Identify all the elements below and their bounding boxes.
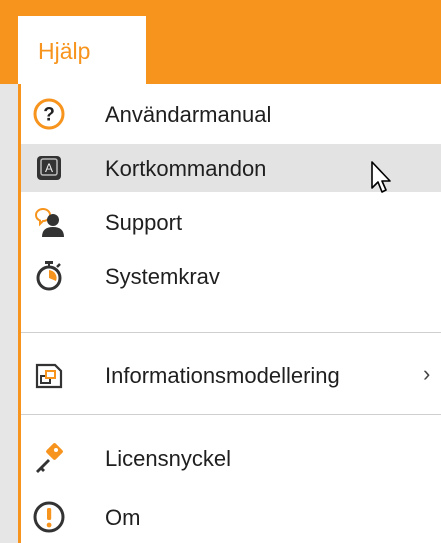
chevron-right-icon: ›: [423, 361, 431, 386]
about-info-icon: [33, 501, 65, 533]
help-circle-icon: ?: [33, 98, 65, 130]
keyboard-key-icon: A: [33, 152, 65, 184]
menu-item-label: Systemkrav: [105, 264, 220, 289]
menu-separator: [21, 414, 441, 415]
menu-item-information-modeling[interactable]: Informationsmodellering ›: [21, 351, 441, 399]
stopwatch-icon: [33, 260, 65, 292]
menu-item-label: Informationsmodellering: [105, 363, 340, 388]
menu-item-label: Om: [105, 505, 141, 530]
license-key-icon: [33, 442, 65, 474]
help-dropdown-menu: ? Användarmanual A Kortkommandon Support: [18, 84, 441, 543]
menu-item-license-key[interactable]: Licensnyckel: [21, 434, 441, 482]
menu-item-user-manual[interactable]: ? Användarmanual: [21, 90, 441, 138]
menu-tab-help-label: Hjälp: [38, 38, 91, 64]
menu-separator: [21, 332, 441, 333]
menu-item-about[interactable]: Om: [21, 493, 441, 541]
menu-item-label: Licensnyckel: [105, 446, 231, 471]
svg-text:?: ?: [43, 105, 55, 126]
svg-text:A: A: [45, 161, 53, 175]
model-window-icon: [33, 359, 65, 391]
support-person-icon: [33, 206, 65, 238]
menu-tab-help[interactable]: Hjälp: [18, 16, 146, 86]
mouse-cursor-icon: [371, 161, 391, 193]
menu-item-label: Användarmanual: [105, 102, 272, 127]
menu-item-support[interactable]: Support: [21, 198, 441, 246]
menu-item-system-requirements[interactable]: Systemkrav: [21, 252, 441, 300]
menu-item-label: Kortkommandon: [105, 156, 267, 181]
background-panel-left: [0, 84, 18, 543]
menu-item-label: Support: [105, 210, 183, 235]
